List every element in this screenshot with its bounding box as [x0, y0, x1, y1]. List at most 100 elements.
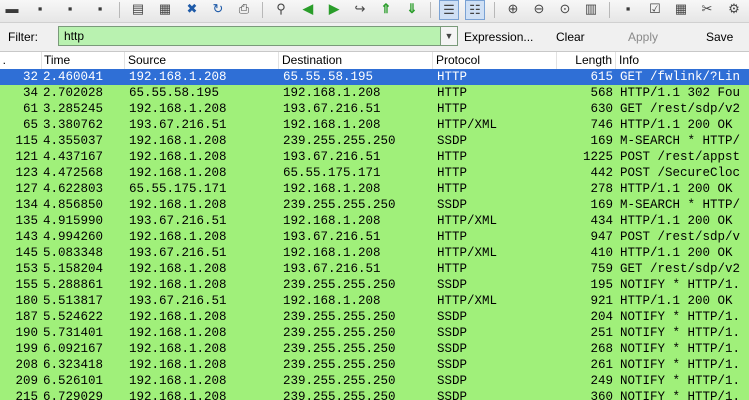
toolbar-separator: [609, 2, 610, 18]
go-forward-icon[interactable]: ▶: [324, 0, 344, 20]
cell-destination: 193.67.216.51: [283, 150, 381, 164]
cell-length: 630: [590, 102, 613, 116]
packet-row[interactable]: 153 5.158204 192.168.1.208 193.67.216.51 HTT…: [0, 261, 749, 277]
cell-number: 180: [15, 294, 38, 308]
help-icon[interactable]: ⚙: [724, 0, 744, 20]
zoom-out-icon[interactable]: ⊖: [529, 0, 549, 20]
preferences-icon[interactable]: ✂: [697, 0, 717, 20]
packet-row[interactable]: 123 4.472568 192.168.1.208 65.55.175.171 HTT…: [0, 165, 749, 181]
packet-row[interactable]: 155 5.288861 192.168.1.208 239.255.255.250 S…: [0, 277, 749, 293]
go-back-icon[interactable]: ◀: [298, 0, 318, 20]
cell-length: 921: [590, 294, 613, 308]
cell-length: 568: [590, 86, 613, 100]
packet-row[interactable]: 209 6.526101 192.168.1.208 239.255.255.250 S…: [0, 373, 749, 389]
packet-list[interactable]: 32 2.460041 192.168.1.208 65.55.58.195 HTTP 6…: [0, 69, 749, 400]
packet-row[interactable]: 187 5.524622 192.168.1.208 239.255.255.250 S…: [0, 309, 749, 325]
cell-protocol: HTTP: [437, 262, 468, 276]
cell-info: NOTIFY * HTTP/1.: [620, 374, 741, 388]
column-header-source[interactable]: Source: [128, 52, 166, 69]
packet-row[interactable]: 135 4.915990 193.67.216.51 192.168.1.208 HTT…: [0, 213, 749, 229]
open-icon[interactable]: ▤: [128, 0, 148, 20]
packet-row[interactable]: 121 4.437167 192.168.1.208 193.67.216.51 HTT…: [0, 149, 749, 165]
cell-time: 2.460041: [43, 70, 104, 84]
zoom-normal-icon[interactable]: ⊙: [555, 0, 575, 20]
go-to-packet-icon[interactable]: ↪: [350, 0, 370, 20]
packet-row[interactable]: 190 5.731401 192.168.1.208 239.255.255.250 S…: [0, 325, 749, 341]
column-header-time[interactable]: Time: [44, 52, 70, 69]
cell-number: 187: [15, 310, 38, 324]
go-first-icon[interactable]: ⇑: [376, 0, 396, 20]
packet-row[interactable]: 199 6.092167 192.168.1.208 239.255.255.250 S…: [0, 341, 749, 357]
go-last-icon[interactable]: ⇓: [402, 0, 422, 20]
cell-protocol: HTTP: [437, 102, 468, 116]
packet-row[interactable]: 143 4.994260 192.168.1.208 193.67.216.51 HTT…: [0, 229, 749, 245]
cell-protocol: HTTP/XML: [437, 118, 498, 132]
packet-row[interactable]: 115 4.355037 192.168.1.208 239.255.255.250 S…: [0, 133, 749, 149]
packet-row[interactable]: 61 3.285245 192.168.1.208 193.67.216.51 HTTP…: [0, 101, 749, 117]
cell-protocol: SSDP: [437, 374, 468, 388]
expression-button[interactable]: Expression...: [464, 30, 533, 44]
column-divider[interactable]: [615, 52, 616, 69]
cell-time: 4.856850: [43, 198, 104, 212]
column-divider[interactable]: [278, 52, 279, 69]
print-icon[interactable]: ⎙: [234, 0, 254, 20]
resize-columns-icon[interactable]: ▥: [581, 0, 601, 20]
column-header-info[interactable]: Info: [619, 52, 639, 69]
close-file-icon[interactable]: ▪: [60, 0, 80, 20]
cell-source: 192.168.1.208: [129, 278, 227, 292]
cell-length: 251: [590, 326, 613, 340]
cell-protocol: SSDP: [437, 310, 468, 324]
packet-row[interactable]: 32 2.460041 192.168.1.208 65.55.58.195 HTTP 6…: [0, 69, 749, 85]
column-header-protocol[interactable]: Protocol: [436, 52, 480, 69]
close-icon[interactable]: ✖: [182, 0, 202, 20]
packet-row[interactable]: 127 4.622803 65.55.175.171 192.168.1.208 HTT…: [0, 181, 749, 197]
reload-icon[interactable]: ▪: [90, 0, 110, 20]
packet-row[interactable]: 208 6.323418 192.168.1.208 239.255.255.250 S…: [0, 357, 749, 373]
packet-row[interactable]: 180 5.513817 193.67.216.51 192.168.1.208 HTT…: [0, 293, 749, 309]
clear-button[interactable]: Clear: [556, 30, 585, 44]
cell-number: 134: [15, 198, 38, 212]
filter-dropdown-button[interactable]: ▼: [441, 26, 458, 46]
filter-input[interactable]: http: [58, 26, 441, 46]
cell-number: 208: [15, 358, 38, 372]
open-file-icon[interactable]: ▬: [2, 0, 22, 20]
cell-destination: 239.255.255.250: [283, 198, 396, 212]
cell-time: 5.158204: [43, 262, 104, 276]
packet-list-header: . Time Source Destination Protocol Lengt…: [0, 52, 749, 70]
save-file-icon[interactable]: ▪: [30, 0, 50, 20]
cell-length: 278: [590, 182, 613, 196]
find-packet-icon[interactable]: ⚲: [271, 0, 291, 20]
packet-row[interactable]: 65 3.380762 193.67.216.51 192.168.1.208 HTTP…: [0, 117, 749, 133]
cell-length: 195: [590, 278, 613, 292]
cell-number: 34: [22, 86, 38, 100]
column-divider[interactable]: [41, 52, 42, 69]
packet-row[interactable]: 215 6.729029 192.168.1.208 239.255.255.250 S…: [0, 389, 749, 400]
zoom-in-icon[interactable]: ⊕: [503, 0, 523, 20]
reload-capture-icon[interactable]: ↻: [208, 0, 228, 20]
coloring-rules-icon[interactable]: ▦: [671, 0, 691, 20]
auto-scroll-icon[interactable]: ☷: [465, 0, 485, 20]
column-divider[interactable]: [556, 52, 557, 69]
cell-number: 61: [22, 102, 38, 116]
column-header-no[interactable]: .: [0, 52, 6, 69]
cell-destination: 192.168.1.208: [283, 246, 381, 260]
cell-info: NOTIFY * HTTP/1.: [620, 390, 741, 400]
column-divider[interactable]: [432, 52, 433, 69]
colorize-icon[interactable]: ☰: [439, 0, 459, 20]
save-filter-button[interactable]: Save: [706, 30, 733, 44]
apply-button[interactable]: Apply: [628, 30, 658, 44]
cell-source: 192.168.1.208: [129, 150, 227, 164]
cell-length: 442: [590, 166, 613, 180]
capture-filters-icon[interactable]: ▪: [618, 0, 638, 20]
packet-row[interactable]: 34 2.702028 65.55.58.195 192.168.1.208 HTTP 5…: [0, 85, 749, 101]
column-header-destination[interactable]: Destination: [282, 52, 342, 69]
save-icon[interactable]: ▦: [155, 0, 175, 20]
packet-row[interactable]: 134 4.856850 192.168.1.208 239.255.255.250 S…: [0, 197, 749, 213]
cell-number: 123: [15, 166, 38, 180]
display-filters-icon[interactable]: ☑: [645, 0, 665, 20]
column-header-length[interactable]: Length: [566, 52, 612, 69]
packet-row[interactable]: 145 5.083348 193.67.216.51 192.168.1.208 HTT…: [0, 245, 749, 261]
column-divider[interactable]: [124, 52, 125, 69]
cell-number: 65: [22, 118, 38, 132]
cell-protocol: SSDP: [437, 134, 468, 148]
